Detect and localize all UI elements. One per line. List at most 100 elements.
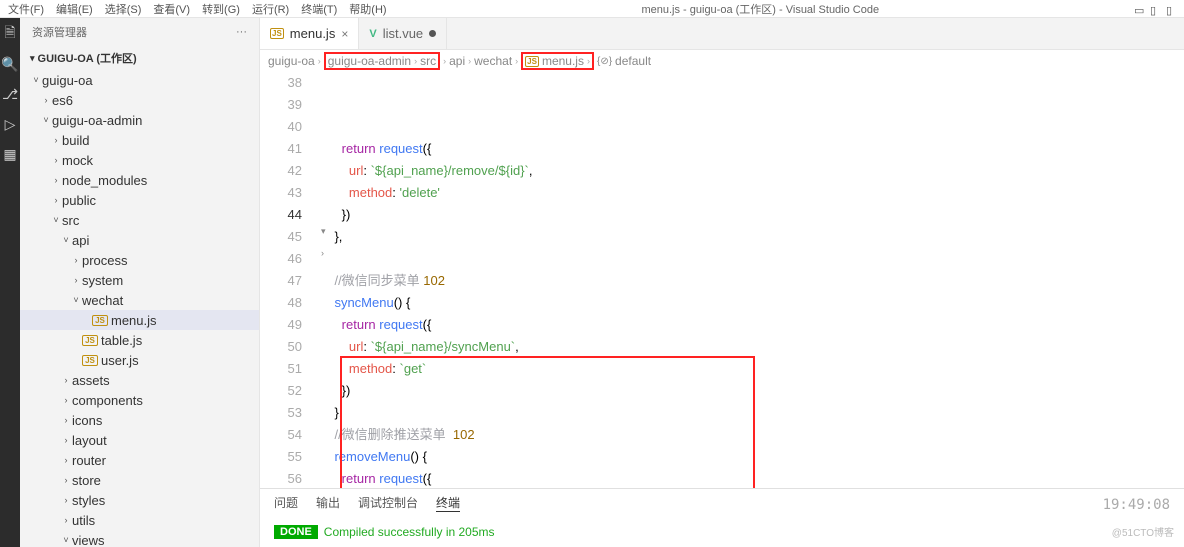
tree-item-components[interactable]: ›components xyxy=(20,390,259,410)
dirty-indicator-icon xyxy=(429,30,436,37)
debug-icon[interactable]: ▷ xyxy=(2,116,18,132)
panel-tab-problems[interactable]: 问题 xyxy=(274,494,298,512)
close-icon[interactable]: × xyxy=(341,27,348,41)
js-file-icon: JS xyxy=(82,335,98,346)
bc-seg[interactable]: default xyxy=(615,54,651,68)
bc-seg[interactable]: api xyxy=(449,54,465,68)
tree-item-layout[interactable]: ›layout xyxy=(20,430,259,450)
menu-edit[interactable]: 编辑(E) xyxy=(56,1,93,17)
tree-item-process[interactable]: ›process xyxy=(20,250,259,270)
tree-item-menu-js[interactable]: JSmenu.js xyxy=(20,310,259,330)
menu-file[interactable]: 文件(F) xyxy=(8,1,44,17)
tree-item-node_modules[interactable]: ›node_modules xyxy=(20,170,259,190)
menu-view[interactable]: 查看(V) xyxy=(153,1,190,17)
tree-item-icons[interactable]: ›icons xyxy=(20,410,259,430)
tree-item-table-js[interactable]: JStable.js xyxy=(20,330,259,350)
tree-item-system[interactable]: ›system xyxy=(20,270,259,290)
tree-item-guigu-oa[interactable]: ˅guigu-oa xyxy=(20,70,259,90)
tab-bar: JS menu.js × V list.vue xyxy=(260,18,1184,50)
sidebar-more-icon[interactable]: ··· xyxy=(236,26,247,38)
chevron-down-icon[interactable]: ▾ xyxy=(30,53,35,64)
tree-item-build[interactable]: ›build xyxy=(20,130,259,150)
terminal-output[interactable]: DONE Compiled successfully in 205ms xyxy=(260,517,1184,547)
sidebar: 资源管理器 ··· ▾ GUIGU-OA (工作区) ˅guigu-oa›es6… xyxy=(20,18,260,547)
panel-tab-debug[interactable]: 调试控制台 xyxy=(358,494,418,512)
tab-menu-js[interactable]: JS menu.js × xyxy=(260,18,359,49)
chevron-right-icon[interactable]: › xyxy=(60,515,72,525)
chevron-right-icon[interactable]: › xyxy=(50,135,62,145)
tree-item-es6[interactable]: ›es6 xyxy=(20,90,259,110)
menu-go[interactable]: 转到(G) xyxy=(202,1,240,17)
tree-label: store xyxy=(72,473,101,488)
menu-help[interactable]: 帮助(H) xyxy=(349,1,386,17)
js-file-icon: JS xyxy=(92,315,108,326)
tree-item-src[interactable]: ˅src xyxy=(20,210,259,230)
chevron-down-icon[interactable]: ˅ xyxy=(30,75,42,85)
line-gutter: 3839404142434445464748495051525354555657 xyxy=(260,72,320,488)
chevron-right-icon[interactable]: › xyxy=(40,95,52,105)
chevron-down-icon[interactable]: ˅ xyxy=(40,115,52,125)
chevron-right-icon[interactable]: › xyxy=(70,275,82,285)
chevron-right-icon[interactable]: › xyxy=(60,495,72,505)
bc-seg[interactable]: src xyxy=(420,54,436,68)
tree-item-assets[interactable]: ›assets xyxy=(20,370,259,390)
layout-toggle-icon[interactable]: ▭ xyxy=(1134,4,1144,14)
chevron-right-icon[interactable]: › xyxy=(60,415,72,425)
explorer-icon[interactable]: 🗎 xyxy=(2,26,18,42)
breadcrumb[interactable]: guigu-oa› guigu-oa-admin› src › api› wec… xyxy=(260,50,1184,72)
bc-seg[interactable]: menu.js xyxy=(542,54,584,68)
activity-bar: 🗎 🔍 ⎇ ▷ ▦ xyxy=(0,18,20,547)
chevron-right-icon[interactable]: › xyxy=(60,455,72,465)
bc-seg[interactable]: guigu-oa xyxy=(268,54,315,68)
extensions-icon[interactable]: ▦ xyxy=(2,146,18,162)
code-area[interactable]: 3839404142434445464748495051525354555657… xyxy=(260,72,1184,488)
chevron-right-icon[interactable]: › xyxy=(50,195,62,205)
chevron-right-icon[interactable]: › xyxy=(60,475,72,485)
menubar: 文件(F) 编辑(E) 选择(S) 查看(V) 转到(G) 运行(R) 终端(T… xyxy=(0,0,1184,18)
chevron-down-icon[interactable]: ˅ xyxy=(60,535,72,545)
chevron-down-icon[interactable]: ˅ xyxy=(70,295,82,305)
symbol-icon: {⊘} xyxy=(597,56,612,67)
tree-item-utils[interactable]: ›utils xyxy=(20,510,259,530)
search-icon[interactable]: 🔍 xyxy=(2,56,18,72)
tree-item-router[interactable]: ›router xyxy=(20,450,259,470)
chevron-down-icon[interactable]: ˅ xyxy=(50,215,62,225)
bc-seg[interactable]: wechat xyxy=(474,54,512,68)
tree-item-wechat[interactable]: ˅wechat xyxy=(20,290,259,310)
tab-list-vue[interactable]: V list.vue xyxy=(359,18,447,49)
menu-terminal-m[interactable]: 终端(T) xyxy=(301,1,337,17)
tree-item-public[interactable]: ›public xyxy=(20,190,259,210)
chevron-right-icon[interactable]: › xyxy=(60,435,72,445)
tree-label: node_modules xyxy=(62,173,147,188)
bc-seg[interactable]: guigu-oa-admin xyxy=(328,54,411,68)
chevron-right-icon[interactable]: › xyxy=(70,255,82,265)
chevron-down-icon[interactable]: ˅ xyxy=(60,235,72,245)
sidebar-heading: 资源管理器 xyxy=(32,24,87,40)
tree-item-api[interactable]: ˅api xyxy=(20,230,259,250)
tree-label: guigu-oa-admin xyxy=(52,113,142,128)
tree-item-user-js[interactable]: JSuser.js xyxy=(20,350,259,370)
tab-label: list.vue xyxy=(383,26,423,41)
panel-tab-output[interactable]: 输出 xyxy=(316,494,340,512)
scm-icon[interactable]: ⎇ xyxy=(2,86,18,102)
panel-tabs: 问题 输出 调试控制台 终端 xyxy=(260,489,1184,517)
menu-run[interactable]: 运行(R) xyxy=(252,1,289,17)
code-content[interactable]: return request({ url: `${api_name}/remov… xyxy=(320,72,1184,488)
file-tree[interactable]: ˅guigu-oa›es6˅guigu-oa-admin›build›mock›… xyxy=(20,70,259,547)
tree-item-mock[interactable]: ›mock xyxy=(20,150,259,170)
chevron-right-icon[interactable]: › xyxy=(60,375,72,385)
chevron-right-icon[interactable]: › xyxy=(50,175,62,185)
chevron-right-icon[interactable]: › xyxy=(60,395,72,405)
chevron-right-icon[interactable]: › xyxy=(50,155,62,165)
tree-label: es6 xyxy=(52,93,73,108)
menu-select[interactable]: 选择(S) xyxy=(105,1,142,17)
tree-label: router xyxy=(72,453,106,468)
bottom-panel: 问题 输出 调试控制台 终端 DONE Compiled successfull… xyxy=(260,488,1184,547)
panel-tab-terminal[interactable]: 终端 xyxy=(436,494,460,512)
tree-item-styles[interactable]: ›styles xyxy=(20,490,259,510)
panel-toggle-icon[interactable]: ▯ xyxy=(1150,4,1160,14)
sidebar-toggle-icon[interactable]: ▯ xyxy=(1166,4,1176,14)
tree-item-guigu-oa-admin[interactable]: ˅guigu-oa-admin xyxy=(20,110,259,130)
tree-item-views[interactable]: ˅views xyxy=(20,530,259,547)
tree-item-store[interactable]: ›store xyxy=(20,470,259,490)
